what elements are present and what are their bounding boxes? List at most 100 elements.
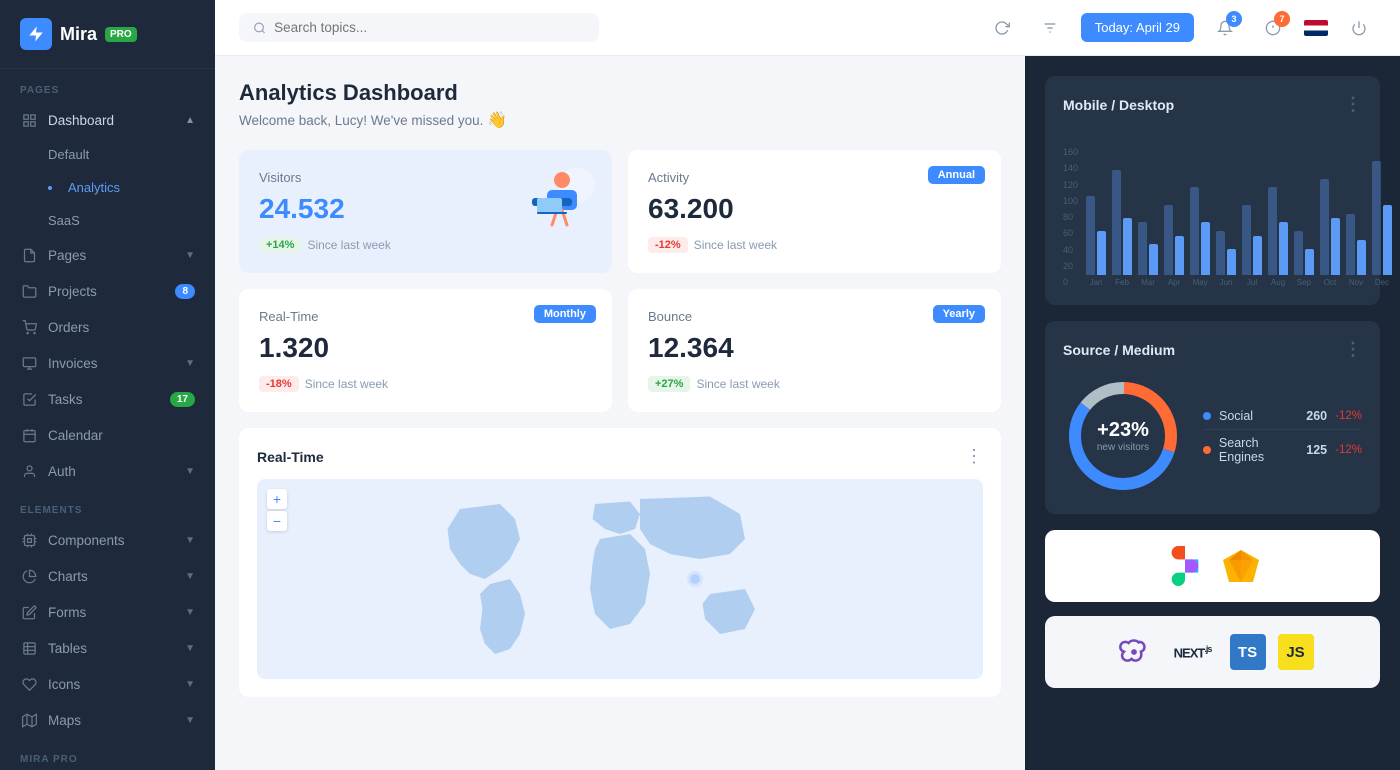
dark-bar-group-mar: Mar <box>1138 222 1158 287</box>
sidebar-item-charts[interactable]: Charts ▼ <box>0 558 215 594</box>
logo-icon <box>20 18 52 50</box>
orders-label: Orders <box>48 320 89 335</box>
dark-bar-light-jan <box>1086 196 1095 275</box>
folder-icon <box>20 282 38 300</box>
stat-card-bounce: Bounce Yearly 12.364 +27% Since last wee… <box>628 289 1001 412</box>
social-change: -12% <box>1335 410 1362 422</box>
donut-chart: +23% new visitors <box>1063 376 1183 496</box>
refresh-button[interactable] <box>985 11 1019 45</box>
cart-icon <box>20 318 38 336</box>
activity-change: -12% Since last week <box>648 237 981 253</box>
search-dot <box>1203 446 1211 454</box>
dark-bar-light-dec <box>1372 161 1381 275</box>
sidebar-item-maps[interactable]: Maps ▼ <box>0 702 215 738</box>
section-label-pages: PAGES <box>0 69 215 102</box>
charts-label: Charts <box>48 569 88 584</box>
tasks-label: Tasks <box>48 392 83 407</box>
sidebar-item-calendar[interactable]: Calendar <box>0 417 215 453</box>
bounce-badge: Yearly <box>933 305 985 323</box>
search-bar[interactable] <box>239 13 599 42</box>
today-button[interactable]: Today: April 29 <box>1081 13 1194 42</box>
chevron-down-icon: ▼ <box>185 715 195 726</box>
bounce-title: Bounce <box>648 309 981 324</box>
activity-since: Since last week <box>694 238 777 252</box>
chevron-down-icon: ▼ <box>185 679 195 690</box>
chevron-down-icon: ▲ <box>185 115 195 126</box>
world-map-svg <box>257 479 983 679</box>
sidebar-item-auth[interactable]: Auth ▼ <box>0 453 215 489</box>
search-input[interactable] <box>274 20 585 35</box>
dark-bar-dark-may <box>1201 222 1210 275</box>
power-button[interactable] <box>1342 11 1376 45</box>
sidebar-item-tasks[interactable]: Tasks 17 <box>0 381 215 417</box>
content-left: Analytics Dashboard Welcome back, Lucy! … <box>215 56 1025 770</box>
sidebar-item-analytics[interactable]: Analytics <box>0 171 215 204</box>
bounce-change: +27% Since last week <box>648 376 981 392</box>
dark-bar-light-jun <box>1216 231 1225 275</box>
source-row-social: Social 260 -12% <box>1203 403 1362 430</box>
projects-label: Projects <box>48 284 97 299</box>
map-more-button[interactable]: ⋮ <box>965 446 983 467</box>
heart-icon <box>20 675 38 693</box>
dark-bar-light-nov <box>1346 214 1355 275</box>
visitors-change-badge: +14% <box>259 237 301 253</box>
language-flag[interactable] <box>1304 20 1328 36</box>
dark-bar-group-jul: Jul <box>1242 205 1262 287</box>
sidebar-item-invoices[interactable]: Invoices ▼ <box>0 345 215 381</box>
sidebar-item-saas[interactable]: SaaS <box>0 204 215 237</box>
chevron-down-icon: ▼ <box>185 643 195 654</box>
sidebar-item-projects[interactable]: Projects 8 <box>0 273 215 309</box>
map-card: Real-Time ⋮ + − <box>239 428 1001 697</box>
tech-logos-card-1 <box>1045 530 1380 602</box>
alerts-button[interactable]: 7 <box>1256 11 1290 45</box>
mobile-desktop-title: Mobile / Desktop ⋮ <box>1063 94 1362 115</box>
chevron-down-icon: ▼ <box>185 358 195 369</box>
sidebar-item-pages[interactable]: Pages ▼ <box>0 237 215 273</box>
dark-bar-group-sep: Sep <box>1294 231 1314 287</box>
sidebar: Mira PRO PAGES Dashboard ▲ Default Analy… <box>0 0 215 770</box>
section-label-mira-pro: MIRA PRO <box>0 738 215 770</box>
source-social-label: Social <box>1203 409 1253 423</box>
source-row-search: Search Engines 125 -12% <box>1203 430 1362 470</box>
user-icon <box>20 462 38 480</box>
typescript-logo: TS <box>1230 634 1266 670</box>
sidebar-item-forms[interactable]: Forms ▼ <box>0 594 215 630</box>
edit-icon <box>20 603 38 621</box>
sidebar-item-dashboard[interactable]: Dashboard ▲ <box>0 102 215 138</box>
chevron-down-icon: ▼ <box>185 250 195 261</box>
source-medium-more[interactable]: ⋮ <box>1344 339 1362 360</box>
stat-card-realtime: Real-Time Monthly 1.320 -18% Since last … <box>239 289 612 412</box>
dark-bar-group-nov: Nov <box>1346 214 1366 287</box>
pie-chart-icon <box>20 567 38 585</box>
sidebar-logo: Mira PRO <box>0 0 215 69</box>
tech-logos-card-2: NEXT.js TS JS <box>1045 616 1380 688</box>
sidebar-item-tables[interactable]: Tables ▼ <box>0 630 215 666</box>
dark-bar-group-oct: Oct <box>1320 179 1340 287</box>
dark-bar-group-may: May <box>1190 187 1210 287</box>
sidebar-item-components[interactable]: Components ▼ <box>0 522 215 558</box>
chevron-down-icon: ▼ <box>185 466 195 477</box>
sidebar-item-default[interactable]: Default <box>0 138 215 171</box>
dark-bar-dark-jun <box>1227 249 1236 275</box>
donut-percent: +23% <box>1097 419 1149 442</box>
tasks-badge: 17 <box>170 392 195 407</box>
dark-bar-dark-jan <box>1097 231 1106 275</box>
alerts-count: 7 <box>1274 11 1290 27</box>
mobile-desktop-more[interactable]: ⋮ <box>1344 94 1362 115</box>
filter-button[interactable] <box>1033 11 1067 45</box>
dark-bar-light-apr <box>1164 205 1173 275</box>
chevron-down-icon: ▼ <box>185 571 195 582</box>
sidebar-item-icons[interactable]: Icons ▼ <box>0 666 215 702</box>
nextjs-logo: NEXT.js <box>1168 634 1218 670</box>
dark-bar-dark-nov <box>1357 240 1366 275</box>
source-medium-card: Source / Medium ⋮ <box>1045 321 1380 514</box>
app-name: Mira <box>60 24 97 45</box>
map-icon <box>20 711 38 729</box>
notifications-button[interactable]: 3 <box>1208 11 1242 45</box>
projects-badge: 8 <box>175 284 195 299</box>
forms-label: Forms <box>48 605 86 620</box>
sidebar-item-orders[interactable]: Orders <box>0 309 215 345</box>
realtime-change-badge: -18% <box>259 376 299 392</box>
donut-sub: new visitors <box>1097 442 1149 453</box>
auth-label: Auth <box>48 464 76 479</box>
